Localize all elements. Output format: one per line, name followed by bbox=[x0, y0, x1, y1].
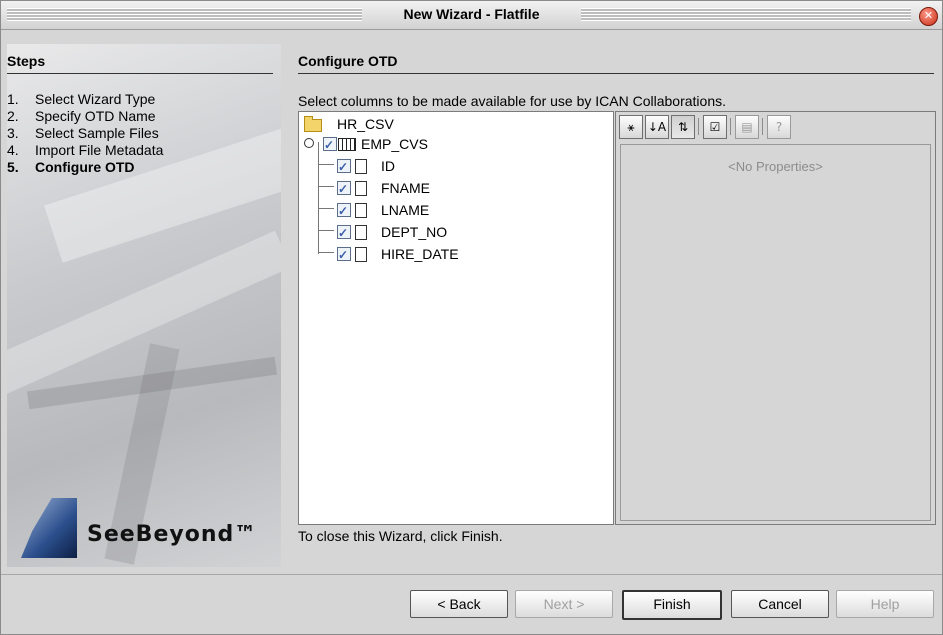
close-hint-text: To close this Wizard, click Finish. bbox=[298, 528, 503, 544]
step-number: 5. bbox=[7, 159, 19, 175]
field-icon bbox=[355, 203, 367, 218]
tree-node-table[interactable]: EMP_CVS bbox=[299, 134, 499, 155]
step-item: 1. Select Wizard Type bbox=[7, 91, 163, 108]
finish-button[interactable]: Finish bbox=[622, 590, 722, 620]
tree-node-label: HR_CSV bbox=[337, 116, 394, 132]
steps-header: Steps bbox=[7, 53, 46, 69]
step-label: Import File Metadata bbox=[35, 142, 164, 158]
tree-node-label: EMP_CVS bbox=[361, 136, 428, 152]
toolbar-separator bbox=[762, 118, 763, 135]
toolbar-separator bbox=[698, 118, 699, 135]
step-label: Select Wizard Type bbox=[35, 91, 156, 107]
step-item: 3. Select Sample Files bbox=[7, 125, 163, 142]
help-icon[interactable]: ? bbox=[767, 115, 791, 139]
steps-panel: Steps 1. Select Wizard Type 2. Specify OTD… bbox=[7, 44, 281, 567]
wizard-window: New Wizard - Flatfile ✕ Steps 1. Select W… bbox=[0, 0, 943, 635]
toolbar-separator bbox=[730, 118, 731, 135]
step-item: 4. Import File Metadata bbox=[7, 142, 163, 159]
sort-icon[interactable]: ↓A bbox=[645, 115, 669, 139]
field-icon bbox=[355, 225, 367, 240]
tree-node-label: DEPT_NO bbox=[381, 224, 448, 240]
tree-node-label: HIRE_DATE bbox=[381, 246, 459, 262]
steps-list: 1. Select Wizard Type 2. Specify OTD Name … bbox=[7, 91, 163, 176]
help-button[interactable]: Help bbox=[836, 590, 934, 618]
step-label: Configure OTD bbox=[35, 159, 135, 175]
step-number: 1. bbox=[7, 91, 19, 107]
step-number: 4. bbox=[7, 142, 19, 158]
tree-node-column[interactable]: LNAME bbox=[299, 200, 499, 221]
close-icon[interactable]: ✕ bbox=[919, 7, 938, 26]
title-bar[interactable]: New Wizard - Flatfile ✕ bbox=[1, 1, 942, 30]
column-checkbox[interactable] bbox=[337, 201, 351, 221]
field-icon bbox=[355, 159, 367, 174]
properties-panel: ⚹ ↓A ⇅ ☑ ▤ ? <No Properties> bbox=[615, 111, 936, 525]
instruction-text: Select columns to be made available for … bbox=[298, 93, 726, 109]
step-number: 3. bbox=[7, 125, 19, 141]
otd-tree[interactable]: HR_CSV EMP_CVS ID FNAME LNAME DEPT_NO bbox=[298, 111, 614, 525]
expand-icon[interactable]: ⚹ bbox=[619, 115, 643, 139]
column-checkbox[interactable] bbox=[337, 179, 351, 199]
no-properties-text: <No Properties> bbox=[728, 159, 823, 174]
next-button[interactable]: Next > bbox=[515, 590, 613, 618]
field-icon bbox=[355, 247, 367, 262]
table-icon bbox=[338, 138, 356, 151]
step-item-current: 5. Configure OTD bbox=[7, 159, 163, 176]
step-label: Select Sample Files bbox=[35, 125, 159, 141]
header-divider bbox=[298, 73, 934, 74]
column-checkbox[interactable] bbox=[337, 223, 351, 243]
tree-node-label: LNAME bbox=[381, 202, 430, 218]
column-checkbox[interactable] bbox=[337, 157, 351, 177]
tree-node-label: ID bbox=[381, 158, 395, 174]
description-icon[interactable]: ▤ bbox=[735, 115, 759, 139]
column-checkbox[interactable] bbox=[337, 245, 351, 265]
steps-divider bbox=[7, 73, 273, 74]
tree-node-column[interactable]: ID bbox=[299, 156, 499, 177]
step-item: 2. Specify OTD Name bbox=[7, 108, 163, 125]
expand-handle-icon[interactable] bbox=[304, 138, 314, 148]
field-icon bbox=[355, 181, 367, 196]
step-label: Specify OTD Name bbox=[35, 108, 156, 124]
edit-list-icon[interactable]: ☑ bbox=[703, 115, 727, 139]
window-title: New Wizard - Flatfile bbox=[403, 6, 540, 22]
tree-node-label: FNAME bbox=[381, 180, 430, 196]
folder-icon bbox=[304, 116, 322, 132]
page-title: Configure OTD bbox=[298, 53, 398, 69]
tree-node-column[interactable]: DEPT_NO bbox=[299, 222, 499, 243]
cancel-button[interactable]: Cancel bbox=[731, 590, 829, 618]
step-number: 2. bbox=[7, 108, 19, 124]
seebeyond-logo: SeeBeyond™ bbox=[21, 498, 273, 558]
back-button[interactable]: < Back bbox=[410, 590, 508, 618]
categorized-icon[interactable]: ⇅ bbox=[671, 115, 695, 139]
logo-text: SeeBeyond™ bbox=[87, 522, 258, 547]
properties-body: <No Properties> bbox=[620, 144, 931, 521]
logo-mark-icon bbox=[21, 498, 77, 558]
button-bar: < Back Next > Finish Cancel Help bbox=[1, 574, 942, 635]
table-checkbox[interactable] bbox=[323, 135, 337, 155]
tree-node-column[interactable]: HIRE_DATE bbox=[299, 244, 499, 265]
tree-node-column[interactable]: FNAME bbox=[299, 178, 499, 199]
